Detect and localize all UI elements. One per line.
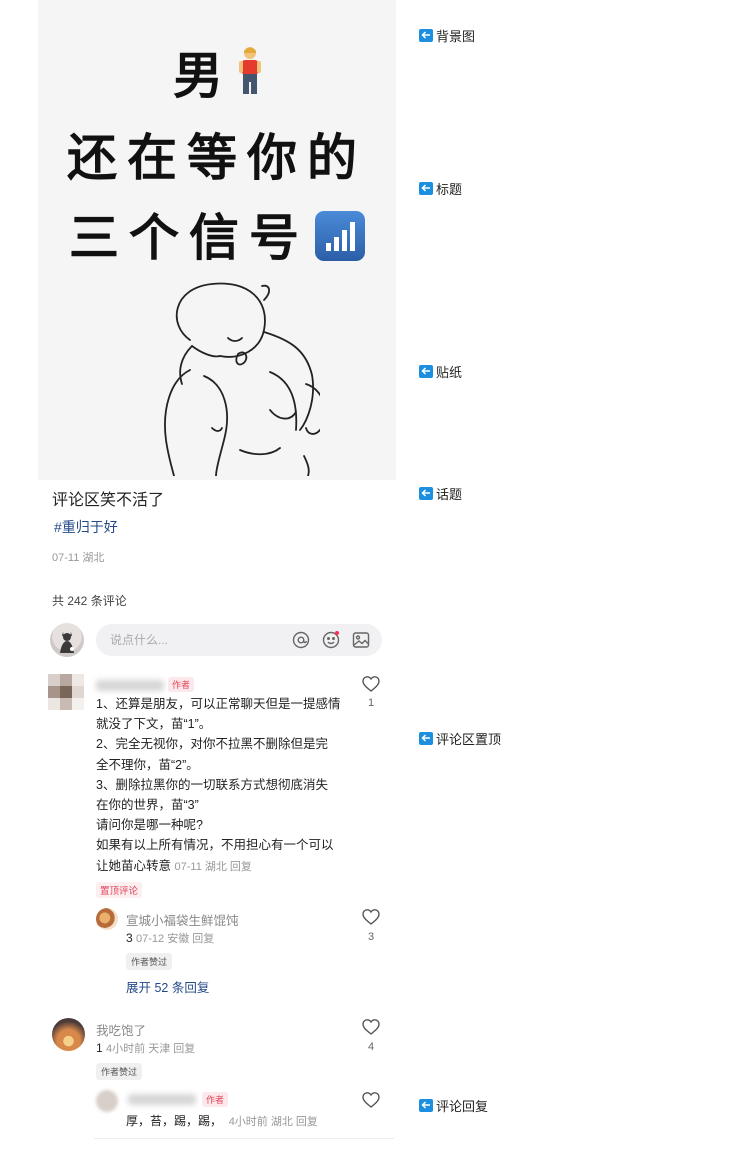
- reply-author-name[interactable]: 宣城小福袋生鲜馄饨: [126, 910, 239, 929]
- author-reply-text: 厚，苔，踢，踢， 4小时前 湖北 回复: [126, 1114, 318, 1128]
- annotation-title: 标题: [419, 180, 462, 197]
- author-reply-avatar[interactable]: [96, 1090, 118, 1112]
- comment-count: 共 242 条评论: [52, 594, 127, 608]
- author-name-blurred[interactable]: [96, 680, 164, 691]
- author-reply-name-blurred[interactable]: [128, 1094, 196, 1105]
- comment-input-row: [50, 622, 384, 658]
- reply-like-count: 3: [367, 931, 375, 943]
- like-heart-icon[interactable]: [362, 675, 380, 693]
- comment-meta[interactable]: 07-11 湖北 回复: [175, 861, 252, 873]
- comment-like-heart-icon[interactable]: [362, 1018, 380, 1036]
- image-icon[interactable]: [352, 631, 370, 649]
- pinned-comment-badge: 置顶评论: [96, 882, 143, 898]
- arrow-left-icon: [419, 1098, 433, 1112]
- comment-input-box[interactable]: [96, 624, 382, 656]
- post-date-location: 07-11 湖北: [52, 552, 105, 564]
- arrow-left-icon: [419, 731, 433, 745]
- couple-hug-sticker: [164, 282, 320, 476]
- comment-meta[interactable]: 4小时前 天津 回复: [106, 1043, 195, 1055]
- arrow-left-icon: [419, 364, 433, 378]
- reply-like-heart-icon[interactable]: [362, 908, 380, 926]
- emoji-icon[interactable]: [322, 631, 340, 649]
- reply-avatar[interactable]: [96, 908, 118, 930]
- reply-meta[interactable]: 07-12 安徽 回复: [136, 933, 214, 945]
- commenter-name[interactable]: 我吃饱了: [96, 1020, 146, 1039]
- reply-text: 3 07-12 安徽 回复: [126, 931, 215, 945]
- hero-title-line-3: 三个信号: [38, 198, 396, 270]
- annotation-comment-reply: 评论回复: [419, 1097, 488, 1114]
- author-reply-meta[interactable]: 4小时前 湖北 回复: [229, 1116, 318, 1128]
- pinned-comment-text: 1、还算是朋友，可以正常聊天但是一提感情 就没了下文，苗“1”。 2、完全无视你…: [96, 697, 341, 873]
- author-liked-badge: 作者赞过: [126, 953, 173, 970]
- author-avatar[interactable]: [48, 674, 84, 710]
- hero-title-line-1: 男: [38, 36, 396, 108]
- author-liked-badge: 作者赞过: [96, 1063, 143, 1080]
- commenter-avatar[interactable]: [52, 1018, 85, 1051]
- author-badge: 作者: [168, 677, 195, 692]
- at-mention-icon[interactable]: [292, 631, 310, 649]
- divider: [94, 1138, 394, 1139]
- annotation-topic: 话题: [419, 485, 462, 502]
- signal-bars-icon: [315, 211, 365, 261]
- annotation-background-image: 背景图: [419, 27, 475, 44]
- hero-title-line-2: 还在等你的: [67, 129, 367, 187]
- phone-screenshot: 男 还在等你的 三个信号 评论区笑不活了 #重归于好 07-11 湖北 共 24…: [38, 0, 396, 1150]
- arrow-left-icon: [419, 486, 433, 500]
- arrow-left-icon: [419, 181, 433, 195]
- topic-hashtag[interactable]: #重归于好: [54, 517, 118, 537]
- man-emoji-icon: [239, 45, 261, 95]
- my-avatar[interactable]: [50, 623, 84, 657]
- background-image: 男 还在等你的 三个信号: [38, 0, 396, 480]
- author-reply-badge: 作者: [202, 1092, 229, 1107]
- comment-text: 1 4小时前 天津 回复: [96, 1041, 196, 1055]
- comment-input[interactable]: [110, 630, 280, 650]
- annotation-sticker: 贴纸: [419, 363, 462, 380]
- annotation-pinned-comment: 评论区置顶: [419, 730, 501, 747]
- comment-like-count: 4: [367, 1041, 375, 1053]
- expand-replies-button[interactable]: 展开 52 条回复: [126, 977, 209, 996]
- author-reply-like-heart-icon[interactable]: [362, 1091, 380, 1109]
- post-title: 评论区笑不活了: [52, 492, 165, 509]
- like-count: 1: [367, 697, 375, 709]
- arrow-left-icon: [419, 28, 433, 42]
